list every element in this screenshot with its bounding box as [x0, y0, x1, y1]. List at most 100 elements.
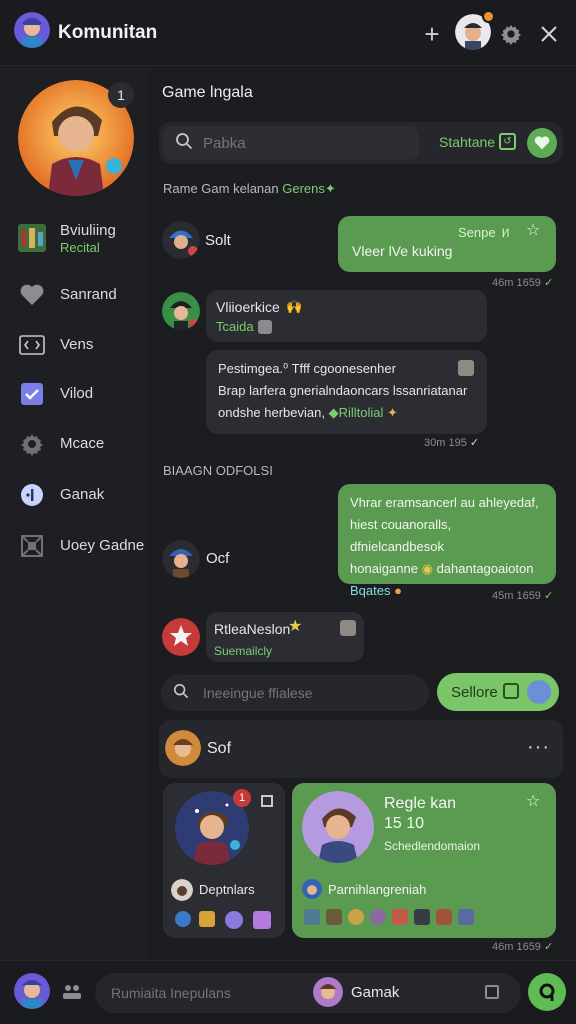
sidebar-item-label: Sanrand — [60, 286, 117, 303]
more-options-icon[interactable]: ··· — [527, 736, 550, 759]
tile-name: Deptnlars — [199, 882, 255, 897]
file-icon — [258, 320, 272, 334]
sidebar-item-sublabel: Recital — [60, 239, 100, 255]
message-line: Brap larfera gnerialndaoncars lssanriata… — [218, 383, 468, 398]
group-icon[interactable] — [62, 983, 82, 1006]
avatar-rtleanesion[interactable] — [162, 618, 200, 656]
search-bar: Stahtane ↺ — [159, 122, 563, 164]
leaf-icon: ◆ — [328, 405, 339, 420]
message-sender: Solt — [205, 232, 231, 249]
reaction-icon[interactable] — [348, 909, 364, 925]
sidebar-item-bviuliing[interactable]: Bviuliing Recital — [18, 218, 146, 258]
sidebar-item-label: Vens — [60, 336, 94, 353]
sidebar-item-label: Bviuliing — [60, 221, 116, 239]
action-button[interactable]: Sellore — [437, 673, 559, 711]
sidebar-item-sanrand[interactable]: Sanrand — [18, 275, 146, 315]
flame-icon: ● — [394, 583, 402, 598]
sidebar-item-vilod[interactable]: Vilod — [18, 374, 146, 414]
reaction-icon[interactable] — [370, 909, 386, 925]
message-bubble-incoming[interactable]: RtleaNeslon ★ Suemailcly — [206, 612, 364, 662]
composer-input[interactable] — [111, 985, 311, 1001]
message-time: 46m 1659 ✓ — [492, 941, 554, 953]
message-link[interactable]: Rilltolial — [339, 405, 384, 420]
notification-badge: 1 — [108, 82, 134, 108]
info-icon — [18, 481, 46, 509]
action-button-label: Sellore — [451, 683, 498, 701]
star-icon[interactable]: ☆ — [526, 791, 540, 811]
media-thumbnail-icon — [458, 360, 474, 376]
section-label: BIAAGN ODFOLSI — [163, 463, 273, 478]
message-bubble-incoming[interactable]: Pestimgea.⁰ Tfff cgoonesenher Brap larfe… — [206, 350, 487, 434]
search-field[interactable] — [163, 126, 419, 160]
star-icon[interactable]: ☆ — [526, 220, 540, 242]
message-line: hiest couanoralls, dfnielcandbesok — [350, 517, 452, 554]
tile-title: Regle kan — [384, 795, 457, 812]
card-sender: Sof — [207, 740, 232, 757]
gear-icon[interactable] — [496, 19, 526, 49]
avatar-ocf[interactable] — [162, 540, 200, 578]
notification-dot — [482, 10, 495, 23]
reaction-icon[interactable] — [175, 911, 191, 927]
sidebar-item-mcace[interactable]: Mcace — [18, 424, 146, 464]
sidebar-item-vens[interactable]: Vens — [18, 325, 146, 365]
emoji: 🙌 — [286, 299, 303, 314]
reaction-icon[interactable] — [225, 911, 243, 929]
reaction-icon[interactable] — [304, 909, 320, 925]
search-icon — [173, 683, 189, 704]
reaction-icon[interactable] — [458, 909, 474, 925]
message-sub: Tcaida — [216, 319, 254, 334]
search-input[interactable] — [203, 134, 403, 152]
bottom-bar: Gamak — [0, 960, 576, 1024]
plus-icon[interactable]: + — [417, 19, 447, 49]
filter-search-input[interactable] — [203, 685, 423, 701]
bubble-badge: l⁄l — [502, 226, 510, 240]
reaction-icon[interactable] — [253, 911, 271, 929]
featured-tile[interactable]: Regle kan 15 10 Schedlendomaion ☆ Parnih… — [292, 783, 556, 938]
reaction-icon[interactable] — [392, 909, 408, 925]
recipient-avatar[interactable] — [313, 977, 343, 1007]
avatar-sof[interactable] — [165, 730, 201, 766]
send-button[interactable] — [528, 973, 566, 1011]
message-line: dahantagoaioton — [436, 561, 534, 576]
message-line: ondshe herbevian, — [218, 405, 325, 420]
sidebar-item-uoey-gadne[interactable]: Uoey Gadne — [18, 526, 146, 566]
post-card-header[interactable]: Sof ··· — [159, 720, 563, 778]
attach-icon[interactable] — [485, 985, 499, 999]
app-avatar[interactable] — [14, 12, 50, 48]
message-composer[interactable]: Gamak — [95, 973, 521, 1013]
avatar-solt[interactable] — [162, 221, 200, 259]
sidebar-item-label: Mcace — [60, 435, 105, 452]
heart-button[interactable] — [527, 128, 557, 158]
message-line: Pestimgea.⁰ Tfff cgoonesenher — [218, 361, 396, 376]
mini-avatar — [171, 879, 193, 901]
message-bubble-incoming[interactable]: Vliioerkice 🙌 Tcaida — [206, 290, 487, 342]
section-label-accent: Gerens — [282, 181, 325, 196]
sidebar-item-ganak[interactable]: Ganak — [18, 475, 146, 515]
filter-search-field[interactable] — [161, 675, 429, 711]
reaction-icon[interactable] — [199, 911, 215, 927]
grid-icon[interactable] — [261, 795, 273, 807]
my-avatar[interactable] — [14, 973, 50, 1009]
reaction-icon[interactable] — [326, 909, 342, 925]
message-bubble-outgoing[interactable]: Vhrar eramsancerl au ahleyedaf, hiest co… — [338, 484, 556, 598]
chat-bubble-icon — [527, 680, 551, 704]
message-link[interactable]: Bqates — [350, 583, 390, 598]
reaction-icon[interactable] — [414, 909, 430, 925]
reaction-icon[interactable] — [436, 909, 452, 925]
top-bar: Komunitan + — [0, 0, 576, 66]
sidebar: 1 Bviuliing Recital Sanrand Vens Vilod M… — [0, 66, 148, 960]
avatar-vliioerkice[interactable] — [162, 292, 200, 330]
star-icon: ★ — [288, 618, 303, 635]
search-icon — [175, 132, 193, 155]
message-line: honaiganne — [350, 561, 418, 576]
copy-icon[interactable]: ↺ — [499, 133, 516, 150]
message-sender: Vliioerkice — [216, 299, 280, 315]
close-icon[interactable] — [534, 19, 564, 49]
message-sender: RtleaNeslon — [214, 621, 291, 637]
section-label: Rame Gam kelanan Gerens✦ — [163, 181, 336, 197]
profile-tile[interactable]: 1 Deptnlars — [163, 783, 285, 938]
code-icon — [18, 331, 46, 359]
sidebar-item-label: Uoey Gadne — [60, 537, 145, 554]
tile-subtitle: Schedlendomaion — [384, 839, 481, 853]
message-bubble-outgoing[interactable]: Senpe l⁄l ☆ Vleer lVe kuking — [338, 216, 556, 272]
